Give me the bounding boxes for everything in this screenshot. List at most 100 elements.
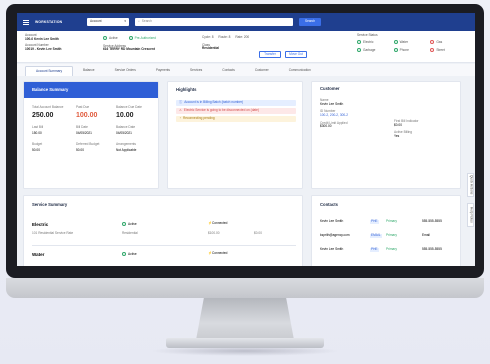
monitor-stand-neck [196,298,294,340]
tab-communication[interactable]: Communication [279,66,321,76]
service-row-water[interactable]: Water Active ⚡Connected [32,250,296,266]
tab-balance[interactable]: Balance [73,66,105,76]
contacts-title: Contacts [320,202,338,207]
status-dot-icon [430,47,435,52]
budget-label: Budget [32,142,43,147]
balance-details: Last Bill Bill Date Balance Date 150.00 … [32,125,156,153]
status-dot-icon [122,222,126,226]
balance-value-total: 250.00 [32,112,54,119]
budget-value: 50.00 [32,148,40,153]
service-connected: Connected [211,221,228,225]
deferred-budget-value: 50.00 [76,148,84,153]
move-out-button[interactable]: Move Out [285,51,307,58]
customer-title: Customer [320,86,340,91]
service-status-title: Service Status [357,33,378,37]
contacts-card: Contacts Kevin Lee Smith PHE Primary 555… [311,195,461,266]
search-input[interactable]: ⌕ Search [135,18,293,26]
first-bill-value: $0.00 [394,122,402,127]
svc-garbage-label: Garbage [363,47,376,52]
last-bill-value: 150.00 [32,130,42,135]
credit-limit-value: $300.00 [320,124,332,129]
highlight-text: Electric Service is going to be disconne… [183,108,259,113]
customer-id-link[interactable]: 100-2, 200-2, 300-2 [320,113,390,118]
status-dot-icon [430,40,435,44]
hamburger-menu-icon[interactable] [23,19,29,25]
balance-value-pastdue: 100.00 [76,112,98,119]
tab-payments[interactable]: Payments [146,66,180,76]
contact-row[interactable]: Kevin Lee Smith PHE Primary 555-555-5555 [320,219,456,224]
contact-name: Kevin Lee Smith [320,219,344,223]
service-deposit: $100.00 [208,231,220,235]
tab-account-summary[interactable]: Account Summary [25,66,74,76]
contact-primary: Primary [386,233,397,237]
highlight-item[interactable]: ⓘ Account is in Billing Batch (batch numb… [176,100,296,106]
balance-label-total: Total Account Balance [32,105,64,109]
contact-phone: 555-555-5555 [422,247,442,251]
tab-contacts[interactable]: Contacts [212,66,245,76]
service-status-grid: Electric Water Gas Garbage Phone Street [357,40,467,52]
info-icon: ⓘ [179,100,183,105]
svc-electric-label: Electric [363,39,374,44]
contact-row[interactable]: ksprith@agency.com EMAIL Primary Email [320,233,456,238]
highlights-card: Highlights ⓘ Account is in Billing Batch … [167,81,303,189]
contact-name: Kevin Lee Smith [320,247,344,251]
status-dot-icon [103,36,107,40]
balance-value-duedate: 10.00 [116,112,134,119]
contact-name: ksprith@agency.com [320,233,350,237]
class-value: Residential [202,46,220,51]
side-tab-help-notes[interactable]: Help Notes [467,203,474,227]
status-preauth-label: Pre-Authorized [134,35,156,40]
monitor-stand-foot [166,338,324,348]
highlight-item[interactable]: ◔ Reconnecting pending [176,116,296,122]
contact-tag: PHE [370,219,379,224]
service-connected: Connected [211,251,228,255]
bill-date-value: 04/05/2021 [76,130,92,135]
route-label: Route: 8 [218,35,231,39]
last-bill-label: Last Bill [32,125,44,129]
status-dot-icon [122,252,126,256]
service-amount: $0.00 [254,231,262,235]
status-dot-icon [357,40,361,44]
tab-customer[interactable]: Customer [245,66,279,76]
contact-phone: 555-555-5555 [422,219,442,223]
rate-label: Rate: 200 [235,35,250,39]
svc-gas: Gas [430,40,467,45]
svc-electric: Electric [357,40,394,45]
service-summary-card: Service Summary Electric Active ⚡Connect… [23,195,303,266]
service-status: Active [128,251,137,256]
svc-water-label: Water [399,39,409,44]
tab-service-orders[interactable]: Service Orders [105,66,146,76]
service-row-electric[interactable]: Electric Active ⚡Connected 101 Residenti… [32,220,296,246]
highlight-item[interactable]: ⚠ Electric Service is going to be disconn… [176,108,296,114]
contact-tag: EMAIL [370,233,382,238]
contact-phone: Email [422,233,430,237]
contact-row[interactable]: Kevin Lee Smith PHE Primary 555-555-5555 [320,247,456,252]
monitor-screen: WORKSTATION Account ▾ ⌕ Search Search Ac… [17,13,475,266]
bill-date-label: Bill Date [76,125,88,129]
balance-label-duedate: Balance Due Date [116,105,142,109]
account-number-value: 10019 - Kevin Lee Smith [25,47,62,52]
contact-tag: PHE [370,247,379,252]
chevron-down-icon: ▾ [124,19,126,24]
arrangements-value: Not Applicable [116,148,137,153]
brand-name: WORKSTATION [35,20,63,24]
highlights-title: Highlights [176,87,197,92]
service-summary-title: Service Summary [32,202,68,207]
active-billing-value: Yes [394,134,400,139]
warning-icon: ⚠ [179,108,182,113]
search-button[interactable]: Search [299,18,321,26]
clock-icon: ◔ [179,116,181,121]
search-type-select[interactable]: Account ▾ [87,18,129,26]
service-name: Electric [32,222,49,227]
svc-street-label: Street [436,47,445,52]
transfer-button[interactable]: Transfer [259,51,281,58]
top-bar: WORKSTATION Account ▾ ⌕ Search Search [17,13,475,31]
search-placeholder: Search [141,19,152,24]
account-header: Account 100-0 Kevin Lee Smith Account Nu… [17,31,475,63]
status-dot-icon [393,40,398,44]
side-tab-quick-actions[interactable]: Quick Actions [467,173,474,197]
service-name: Water [32,252,45,257]
svc-phone: Phone [393,47,431,53]
tab-services[interactable]: Services [180,66,212,76]
contact-primary: Primary [386,247,397,251]
